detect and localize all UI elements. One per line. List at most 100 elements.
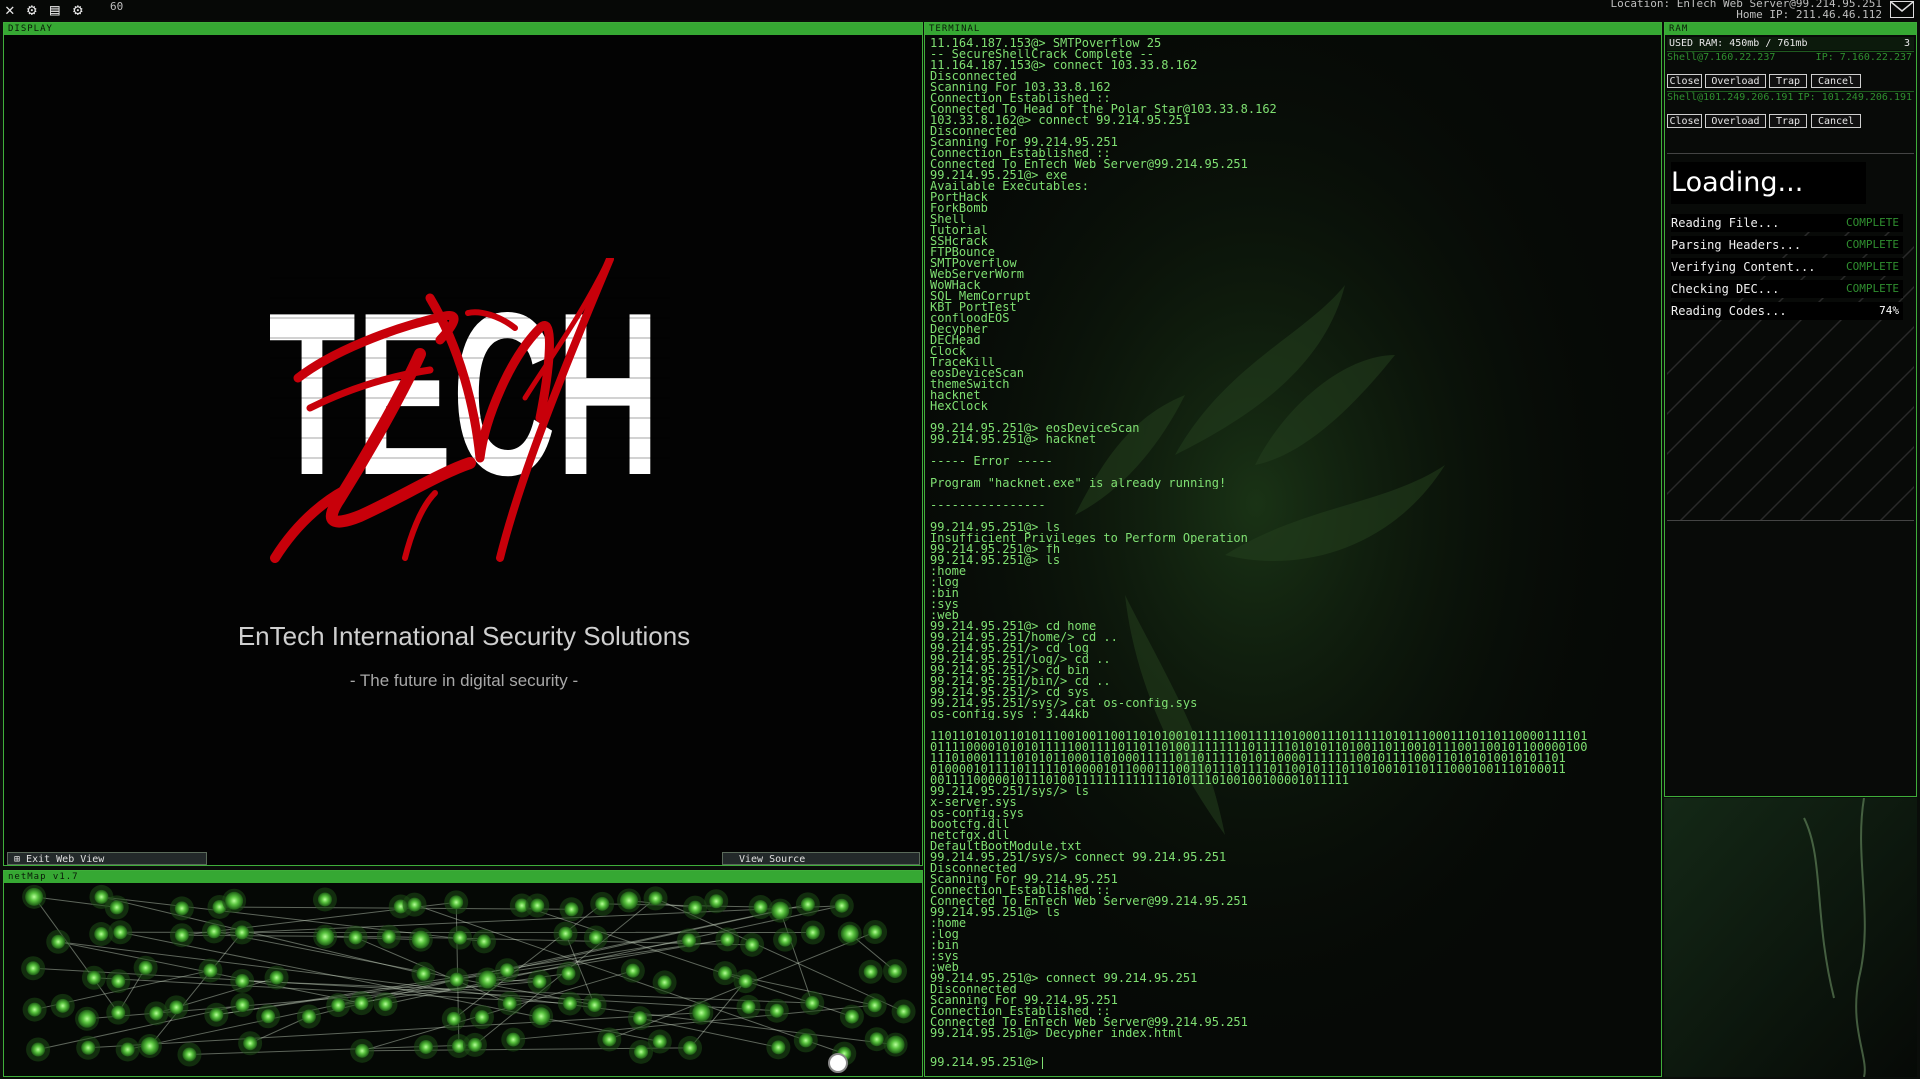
netmap-node[interactable] xyxy=(350,1038,375,1063)
exit-web-view-button[interactable]: ⊞ Exit Web View xyxy=(7,852,207,865)
netmap-node[interactable] xyxy=(582,993,607,1018)
netmap-node[interactable] xyxy=(620,958,645,983)
terminal-prompt[interactable]: 99.214.95.251@> xyxy=(930,1055,1044,1069)
netmap-node[interactable] xyxy=(647,1029,672,1054)
mail-icon[interactable] xyxy=(1890,1,1914,18)
netmap-node[interactable] xyxy=(230,993,255,1018)
netmap-node[interactable] xyxy=(704,889,729,914)
netmap-node[interactable] xyxy=(766,1035,791,1060)
shell-1-overload-button[interactable]: Overload xyxy=(1705,74,1766,88)
netmap-node[interactable] xyxy=(800,991,825,1016)
netmap-node[interactable] xyxy=(627,1006,652,1031)
netmap-node[interactable] xyxy=(891,999,916,1024)
netmap-node[interactable] xyxy=(712,961,737,986)
netmap-node[interactable] xyxy=(501,1027,526,1052)
netmap-node[interactable] xyxy=(678,1035,703,1060)
netmap-node[interactable] xyxy=(768,898,793,923)
netmap-node[interactable] xyxy=(773,927,798,952)
shell-1-cancel-button[interactable]: Cancel xyxy=(1811,74,1861,88)
netmap-node[interactable] xyxy=(800,920,825,945)
netmap-node[interactable] xyxy=(22,884,47,909)
netmap-node[interactable] xyxy=(137,1034,162,1059)
netmap-node[interactable] xyxy=(313,924,338,949)
netmap-node[interactable] xyxy=(683,895,708,920)
netmap-node[interactable] xyxy=(643,886,668,911)
netmap-node[interactable] xyxy=(26,1037,51,1062)
netmap-node[interactable] xyxy=(441,1006,466,1031)
netmap-node[interactable] xyxy=(75,1006,100,1031)
netmap-node[interactable] xyxy=(471,929,496,954)
netmap-node[interactable] xyxy=(21,956,46,981)
netmap-node[interactable] xyxy=(413,1034,438,1059)
netmap-node[interactable] xyxy=(169,896,194,921)
netmap-node[interactable] xyxy=(590,891,615,916)
netmap-node[interactable] xyxy=(733,969,758,994)
shell-1-trap-button[interactable]: Trap xyxy=(1769,74,1807,88)
netmap-current-node[interactable] xyxy=(828,1053,848,1073)
netmap-node[interactable] xyxy=(343,925,368,950)
netmap-node[interactable] xyxy=(676,928,701,953)
netmap-node[interactable] xyxy=(556,961,581,986)
netmap-node[interactable] xyxy=(652,970,677,995)
netmap-node[interactable] xyxy=(883,1032,908,1057)
netmap-node[interactable] xyxy=(46,929,71,954)
netmap-node[interactable] xyxy=(583,925,608,950)
netmap-node[interactable] xyxy=(108,920,133,945)
netmap-node[interactable] xyxy=(795,892,820,917)
netmap-node[interactable] xyxy=(169,923,194,948)
netmap-node[interactable] xyxy=(553,921,578,946)
netmap-node[interactable] xyxy=(408,927,433,952)
netmap-node[interactable] xyxy=(238,1031,263,1056)
netmap-node[interactable] xyxy=(50,993,75,1018)
netmap-node[interactable] xyxy=(863,920,888,945)
shell-2-close-button[interactable]: Close xyxy=(1667,114,1702,128)
shell-2-trap-button[interactable]: Trap xyxy=(1769,114,1807,128)
close-icon[interactable]: ✕ xyxy=(5,1,15,19)
netmap-node[interactable] xyxy=(764,998,789,1023)
netmap-node[interactable] xyxy=(373,992,398,1017)
netmap-node[interactable] xyxy=(264,965,289,990)
netmap-node[interactable] xyxy=(559,897,584,922)
netmap-node[interactable] xyxy=(229,920,254,945)
netmap-node[interactable] xyxy=(462,1032,487,1057)
netmap-node[interactable] xyxy=(198,958,223,983)
save-icon[interactable]: ▤ xyxy=(50,1,60,19)
netmap-node[interactable] xyxy=(164,995,189,1020)
netmap-node[interactable] xyxy=(312,887,337,912)
netmap-node[interactable] xyxy=(22,997,47,1022)
shell-1-close-button[interactable]: Close xyxy=(1667,74,1702,88)
netmap-node[interactable] xyxy=(76,1035,101,1060)
netmap-node[interactable] xyxy=(411,961,436,986)
netmap-node[interactable] xyxy=(349,991,374,1016)
netmap-node[interactable] xyxy=(525,893,550,918)
netmap-node[interactable] xyxy=(862,993,887,1018)
netmap-node[interactable] xyxy=(177,1042,202,1067)
netmap-node[interactable] xyxy=(326,993,351,1018)
netmap-node[interactable] xyxy=(883,959,908,984)
gear-icon[interactable]: ⚙ xyxy=(27,1,37,19)
netmap-node[interactable] xyxy=(495,958,520,983)
netmap-node[interactable] xyxy=(296,1004,321,1029)
netmap-node[interactable] xyxy=(222,888,247,913)
netmap-node[interactable] xyxy=(115,1037,140,1062)
netmap-node[interactable] xyxy=(444,967,469,992)
netmap-node[interactable] xyxy=(793,1028,818,1053)
view-source-button[interactable]: View Source xyxy=(722,852,920,865)
netmap-node[interactable] xyxy=(529,1004,554,1029)
netmap-node[interactable] xyxy=(444,890,469,915)
netmap-node[interactable] xyxy=(402,892,427,917)
netmap-node[interactable] xyxy=(81,965,106,990)
shell-2-overload-button[interactable]: Overload xyxy=(1705,114,1766,128)
netmap-node[interactable] xyxy=(557,991,582,1016)
netmap-node[interactable] xyxy=(829,893,854,918)
netmap-node[interactable] xyxy=(256,1004,281,1029)
netmap-node[interactable] xyxy=(527,969,552,994)
netmap-node[interactable] xyxy=(469,1005,494,1030)
settings-icon[interactable]: ⚙ xyxy=(73,1,83,19)
netmap-node[interactable] xyxy=(201,919,226,944)
netmap-node[interactable] xyxy=(133,955,158,980)
netmap-node[interactable] xyxy=(839,1004,864,1029)
netmap-node[interactable] xyxy=(837,921,862,946)
netmap-node[interactable] xyxy=(617,888,642,913)
netmap-node[interactable] xyxy=(230,968,255,993)
